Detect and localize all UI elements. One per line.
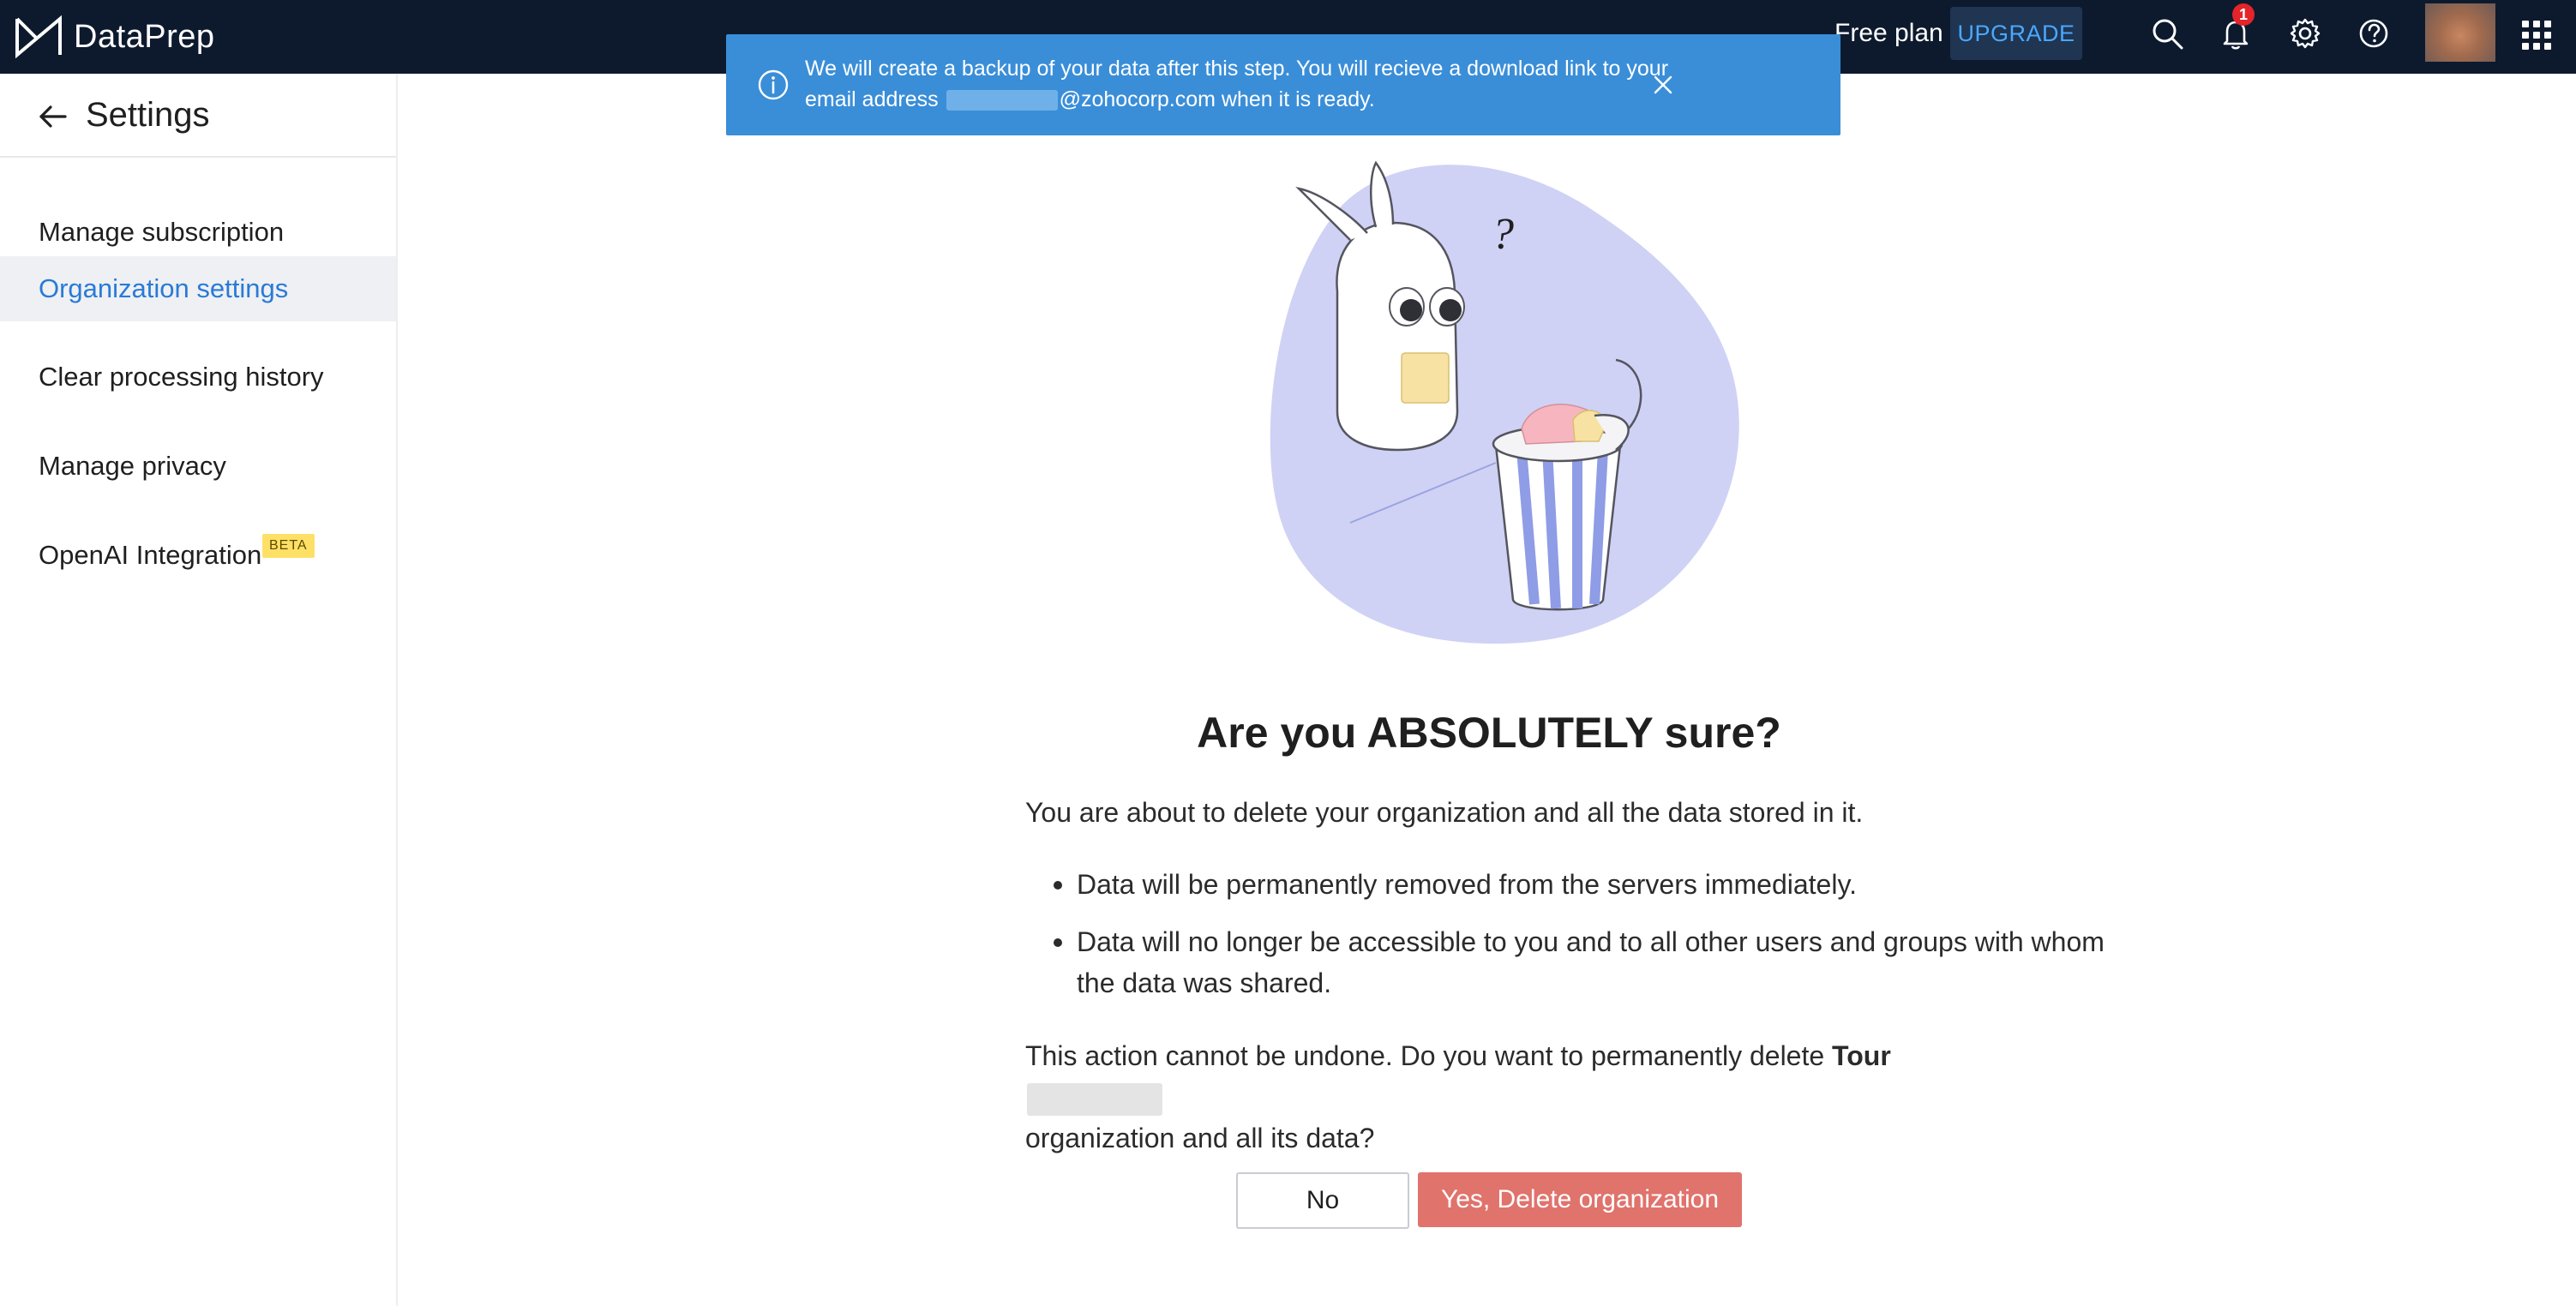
sidebar-item-clear-processing-history[interactable]: Clear processing history [0,344,396,410]
banner-line-2-prefix: email address [805,87,939,111]
app-grid-icon[interactable] [2520,19,2553,51]
banner-message: We will create a backup of your data aft… [805,53,1731,115]
confirm-suffix: organization and all its data? [1025,1123,1375,1153]
plan-label: Free plan [1834,19,1943,47]
confirm-prefix: This action cannot be undone. Do you wan… [1025,1040,1825,1071]
bullet-item-2-line-2: the data was shared. [1077,968,1332,998]
dataprep-logo-icon[interactable] [14,12,63,62]
settings-header: Settings [0,74,396,158]
sidebar-item-manage-privacy[interactable]: Manage privacy [0,433,396,500]
app-name: DataPrep [74,19,215,55]
help-icon[interactable] [2356,15,2392,51]
notification-count-badge: 1 [2232,3,2255,26]
backup-info-banner: We will create a backup of your data aft… [726,34,1840,135]
delete-organization-button[interactable]: Yes, Delete organization [1418,1172,1742,1227]
bullet-item-2-line-1: Data will no longer be accessible to you… [1077,926,2105,957]
redacted-email [946,90,1058,111]
settings-title: Settings [86,96,210,134]
sidebar-item-organization-settings[interactable]: Organization settings [0,256,396,321]
sidebar-item-label: OpenAI Integration [39,540,262,570]
svg-text:?: ? [1492,210,1514,259]
back-arrow-icon[interactable] [36,99,70,134]
delete-illustration: ? [1270,160,1739,644]
gear-icon[interactable] [2287,15,2323,51]
close-icon[interactable] [1650,72,1676,98]
beta-badge: BETA [262,534,315,558]
sidebar-item-openai-integration[interactable]: OpenAI Integration BETA [0,522,396,589]
sidebar-item-label: Organization settings [39,273,289,303]
confirm-question: This action cannot be undone. Do you wan… [1025,1035,2011,1159]
bullet-item-2: Data will no longer be accessible to you… [1054,921,2105,1003]
user-avatar[interactable] [2425,3,2495,62]
no-button[interactable]: No [1236,1172,1409,1229]
confirmation-title: Are you ABSOLUTELY sure? [1197,709,1781,757]
info-icon [758,69,789,100]
banner-line-2-suffix: @zohocorp.com when it is ready. [1059,87,1375,111]
upgrade-button[interactable]: UPGRADE [1950,7,2082,60]
intro-text: You are about to delete your organizatio… [1025,797,1864,828]
sidebar-item-label: Clear processing history [39,362,324,392]
sidebar-item-label: Manage privacy [39,451,226,481]
banner-line-1: We will create a backup of your data aft… [805,57,1669,81]
settings-sidebar: Settings Manage subscription Organizatio… [0,74,398,1306]
search-icon[interactable] [2149,15,2185,51]
redacted-org-name [1027,1082,1162,1116]
organization-name: Tour [1832,1040,1891,1071]
bullet-item-1: Data will be permanently removed from th… [1054,864,2105,905]
